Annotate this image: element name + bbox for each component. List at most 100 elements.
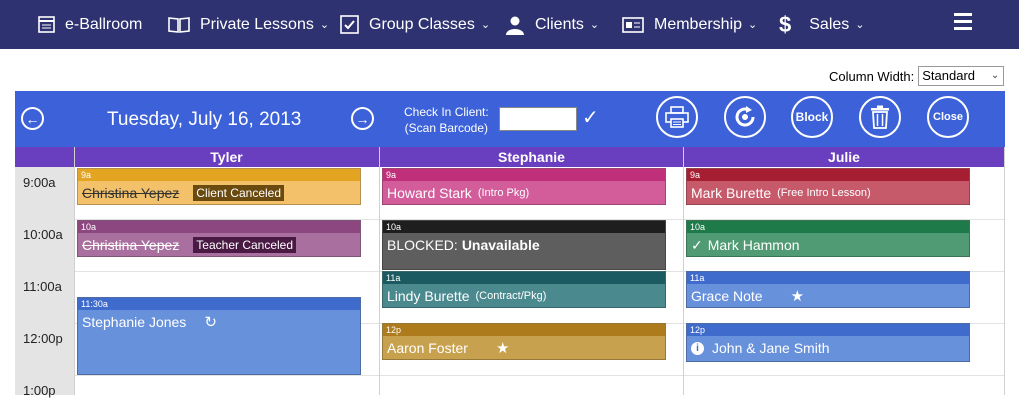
block-button-label: Block xyxy=(795,110,829,124)
appointment-time: 12p xyxy=(687,324,969,336)
appointment-card[interactable]: 12p Aaron Foster ★ xyxy=(382,323,666,360)
appointment-card[interactable]: 10a BLOCKED: Unavailable xyxy=(382,220,666,270)
checkin-label-line2: (Scan Barcode) xyxy=(404,121,489,135)
time-label: 12:00p xyxy=(23,331,63,346)
checked-in-icon: ✓ xyxy=(691,236,703,253)
next-day-button[interactable]: → xyxy=(351,107,374,130)
appointment-time: 12p xyxy=(383,324,665,336)
appointment-card[interactable]: 9a Howard Stark (Intro Pkg) xyxy=(382,168,666,205)
prev-day-button[interactable]: ← xyxy=(21,107,44,130)
column-divider xyxy=(379,147,380,395)
checkin-confirm-icon[interactable]: ✓ xyxy=(582,105,599,130)
nav-clients[interactable]: Clients ⌄ xyxy=(505,0,599,49)
chevron-down-icon: ⌄ xyxy=(855,19,865,31)
delete-button[interactable] xyxy=(859,96,901,138)
appointment-time: 10a xyxy=(383,221,665,233)
appointment-card[interactable]: 9a Christina Yepez Client Canceled xyxy=(77,168,361,205)
appointment-client-name: Howard Stark xyxy=(387,185,472,201)
appointment-time: 9a xyxy=(78,169,360,181)
dollar-icon: $ xyxy=(779,11,792,37)
appointment-card[interactable]: 11a Lindy Burette (Contract/Pkg) xyxy=(382,271,666,308)
appointment-time: 11a xyxy=(383,272,665,284)
nav-membership[interactable]: Membership ⌄ xyxy=(622,0,757,49)
time-label: 9:00a xyxy=(23,175,56,190)
status-badge: Teacher Canceled xyxy=(193,237,297,253)
appointment-client-name: Grace Note xyxy=(691,288,763,304)
arrow-left-icon: ← xyxy=(25,110,40,127)
appointment-client-name: Mark Hammon xyxy=(707,237,800,253)
time-column-header xyxy=(15,147,74,167)
appointment-client-name: John & Jane Smith xyxy=(712,340,830,356)
arrow-right-icon: → xyxy=(355,110,370,127)
id-card-icon xyxy=(622,16,644,33)
column-divider xyxy=(1004,147,1005,395)
column-width-value: Standard xyxy=(922,68,976,83)
close-button-label: Close xyxy=(933,111,963,123)
calendar-list-icon xyxy=(38,16,55,33)
appointment-time: 11a xyxy=(687,272,969,284)
trash-icon xyxy=(871,105,889,129)
nav-membership-label: Membership xyxy=(654,15,743,33)
column-divider xyxy=(74,147,75,395)
appointment-card[interactable]: 12p i John & Jane Smith xyxy=(686,323,970,362)
column-divider xyxy=(683,147,684,395)
appointment-client-name: Aaron Foster xyxy=(387,340,468,356)
appointment-time: 9a xyxy=(687,169,969,181)
current-date: Tuesday, July 16, 2013 xyxy=(107,109,302,130)
book-icon xyxy=(168,17,190,33)
column-header-tyler: Tyler xyxy=(74,147,379,167)
time-label: 1:00p xyxy=(23,383,56,398)
nav-sales[interactable]: $ Sales ⌄ xyxy=(779,0,865,49)
chevron-down-icon: ⌄ xyxy=(319,19,330,31)
appointment-card[interactable]: 9a Mark Burette (Free Intro Lesson) xyxy=(686,168,970,205)
appointment-client-name: Mark Burette xyxy=(691,185,772,201)
print-button[interactable] xyxy=(656,96,698,138)
nav-private-lessons[interactable]: Private Lessons ⌄ xyxy=(168,0,329,49)
nav-ballroom[interactable]: e-Ballroom xyxy=(38,0,142,49)
blocked-reason: Unavailable xyxy=(461,237,540,253)
nav-group-classes[interactable]: Group Classes ⌄ xyxy=(340,0,490,49)
appointment-client-name: Stephanie Jones xyxy=(82,314,187,330)
printer-icon xyxy=(665,106,689,128)
block-button[interactable]: Block xyxy=(791,96,833,138)
refresh-e-icon xyxy=(735,106,755,127)
appointment-card[interactable]: 10a Christina Yepez Teacher Canceled xyxy=(77,220,361,257)
hamburger-menu-icon[interactable] xyxy=(954,13,972,34)
chevron-down-icon: ⌄ xyxy=(480,19,491,31)
appointment-package: (Free Intro Lesson) xyxy=(777,187,871,199)
nav-group-classes-label: Group Classes xyxy=(369,15,475,33)
top-nav: e-Ballroom Private Lessons ⌄ Group Class… xyxy=(0,0,1019,49)
date-toolbar: ← Tuesday, July 16, 2013 → Check In Clie… xyxy=(15,91,1005,147)
appointment-time: 10a xyxy=(78,221,360,233)
chevron-down-icon: ⌄ xyxy=(748,19,758,31)
nav-private-lessons-label: Private Lessons xyxy=(200,15,314,33)
close-button[interactable]: Close xyxy=(927,96,969,138)
star-icon: ★ xyxy=(495,340,510,357)
chevron-down-icon: ⌄ xyxy=(990,70,1000,81)
appointment-client-name: Lindy Burette xyxy=(387,288,470,304)
appointment-client-name: Christina Yepez xyxy=(82,237,180,253)
column-width-control: Column Width: Standard ⌄ xyxy=(829,66,1005,86)
appointment-card[interactable]: 10a ✓ Mark Hammon xyxy=(686,220,970,257)
column-width-select[interactable]: Standard ⌄ xyxy=(918,66,1005,86)
appointment-card[interactable]: 11:30a Stephanie Jones ↻ xyxy=(77,297,361,375)
hour-divider xyxy=(74,375,1004,376)
time-label: 10:00a xyxy=(23,227,63,242)
appointment-time: 10a xyxy=(687,221,969,233)
column-header-julie: Julie xyxy=(684,147,1004,167)
appointment-time: 11:30a xyxy=(78,298,360,310)
checkin-label-line1: Check In Client: xyxy=(404,105,489,119)
column-header-stephanie: Stephanie xyxy=(380,147,683,167)
appointment-package: (Contract/Pkg) xyxy=(475,290,547,302)
chevron-down-icon: ⌄ xyxy=(589,19,600,31)
appointment-package: (Intro Pkg) xyxy=(477,187,530,199)
column-width-label: Column Width: xyxy=(829,68,915,84)
appointment-card[interactable]: 11a Grace Note ★ xyxy=(686,271,970,308)
status-badge: Client Canceled xyxy=(193,185,285,201)
appointment-client-name: Christina Yepez xyxy=(82,185,180,201)
nav-sales-label: Sales xyxy=(809,15,850,33)
checkin-barcode-input[interactable] xyxy=(499,107,577,131)
blocked-label: BLOCKED: xyxy=(387,237,458,253)
today-button[interactable] xyxy=(724,96,766,138)
user-icon xyxy=(506,16,524,35)
